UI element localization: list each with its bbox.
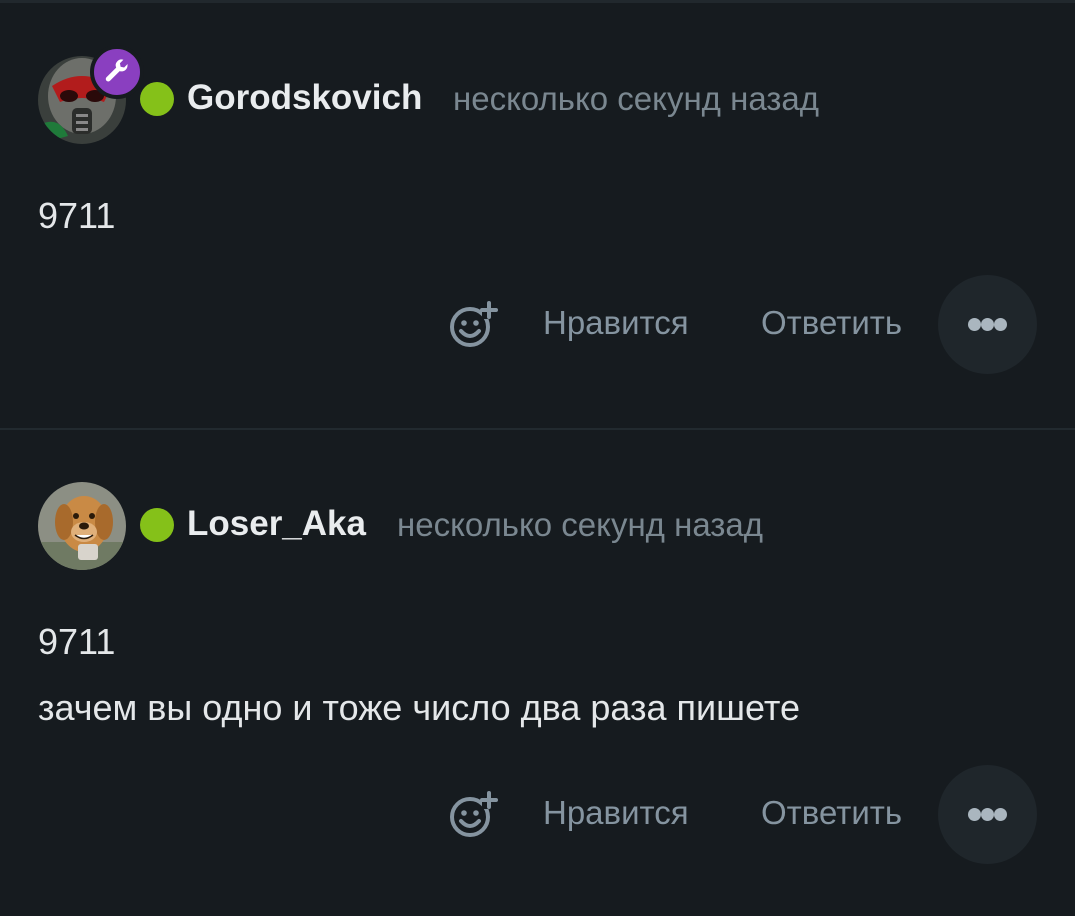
more-options-button[interactable]: [938, 275, 1037, 374]
reply-button[interactable]: Ответить: [761, 793, 902, 833]
more-dots-icon: [968, 318, 981, 331]
username[interactable]: Gorodskovich: [187, 78, 422, 118]
comment: Gorodskovich несколько секунд назад 9711…: [0, 0, 1075, 428]
more-options-button[interactable]: [938, 765, 1037, 864]
online-status-dot: [140, 82, 174, 116]
comment: Loser_Aka несколько секунд назад 9711 за…: [0, 430, 1075, 916]
like-button[interactable]: Нравится: [543, 303, 689, 343]
more-dots-icon: [981, 808, 994, 821]
reply-button[interactable]: Ответить: [761, 303, 902, 343]
emoji-add-icon[interactable]: [446, 787, 500, 841]
emoji-add-icon[interactable]: [446, 297, 500, 351]
comment-actions: Нравится Ответить: [0, 765, 1075, 865]
like-button[interactable]: Нравится: [543, 793, 689, 833]
wrench-icon: [105, 59, 128, 82]
more-dots-icon: [994, 318, 1007, 331]
more-dots-icon: [968, 808, 981, 821]
comment-text: зачем вы одно и тоже число два раза пише…: [38, 687, 800, 728]
online-status-dot: [140, 508, 174, 542]
moderator-badge: [90, 45, 144, 99]
comment-text: 9711: [38, 621, 116, 662]
more-dots-icon: [994, 808, 1007, 821]
username[interactable]: Loser_Aka: [187, 504, 366, 544]
timestamp[interactable]: несколько секунд назад: [397, 505, 763, 545]
comment-actions: Нравится Ответить: [0, 275, 1075, 375]
comment-text: 9711: [38, 195, 116, 236]
avatar[interactable]: [38, 482, 126, 570]
timestamp[interactable]: несколько секунд назад: [453, 79, 819, 119]
more-dots-icon: [981, 318, 994, 331]
